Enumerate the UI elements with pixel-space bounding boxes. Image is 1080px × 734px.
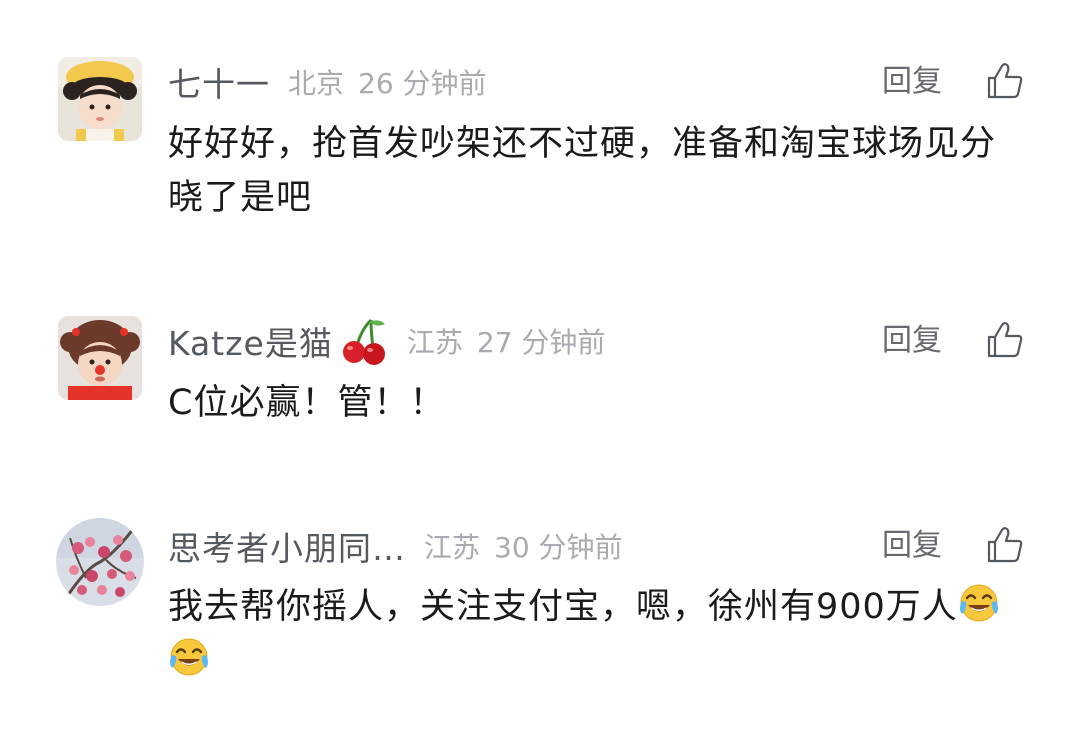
- comment-meta: Katze是猫 江苏 27 分钟前: [168, 317, 605, 365]
- like-button[interactable]: [986, 321, 1024, 359]
- tears-of-joy-emoji-icon: [958, 582, 1000, 624]
- comment-text: 我去帮你摇人，关注支付宝，嗯，徐州有900万人: [168, 580, 1008, 688]
- comment-meta: 七十一 北京 26 分钟前: [168, 58, 487, 106]
- like-button[interactable]: [986, 526, 1024, 564]
- cherry-icon: [337, 316, 389, 366]
- location-label: 江苏: [424, 531, 481, 564]
- user-avatar[interactable]: [56, 518, 144, 606]
- username[interactable]: Katze是猫: [168, 317, 333, 365]
- location-label: 北京: [288, 67, 345, 100]
- tears-of-joy-emoji-icon: [168, 636, 210, 678]
- timestamp: 27 分钟前: [476, 326, 606, 359]
- user-avatar[interactable]: [58, 316, 142, 400]
- comment-text: 好好好，抢首发吵架还不过硬，准备和淘宝球场见分晓了是吧: [168, 117, 1008, 225]
- reply-button[interactable]: 回复: [882, 58, 942, 106]
- username[interactable]: 七十一: [168, 58, 270, 106]
- girl-yellow-hat-avatar-icon: [58, 57, 142, 141]
- reply-button[interactable]: 回复: [882, 522, 942, 570]
- girl-red-nose-avatar-icon: [58, 316, 142, 400]
- like-button[interactable]: [986, 62, 1024, 100]
- comment-text-content: C位必赢！管！！: [168, 383, 446, 423]
- thumbs-up-outline-icon: [987, 63, 1023, 99]
- timestamp: 30 分钟前: [494, 531, 623, 564]
- location-label: 江苏: [406, 326, 463, 359]
- comment-text-content: 好好好，抢首发吵架还不过硬，准备和淘宝球场见分晓了是吧: [168, 124, 997, 218]
- user-avatar[interactable]: [58, 57, 142, 141]
- timestamp: 26 分钟前: [358, 67, 487, 100]
- thumbs-up-outline-icon: [987, 527, 1023, 563]
- reply-button[interactable]: 回复: [882, 317, 942, 365]
- plum-blossom-avatar-icon: [56, 518, 144, 606]
- comment-meta: 思考者小朋同… 江苏 30 分钟前: [168, 522, 623, 570]
- comment-text: C位必赢！管！！: [168, 376, 1008, 430]
- comment-text-content: 我去帮你摇人，关注支付宝，嗯，徐州有900万人: [168, 587, 958, 627]
- thumbs-up-outline-icon: [987, 322, 1023, 358]
- username[interactable]: 思考者小朋同…: [168, 522, 406, 570]
